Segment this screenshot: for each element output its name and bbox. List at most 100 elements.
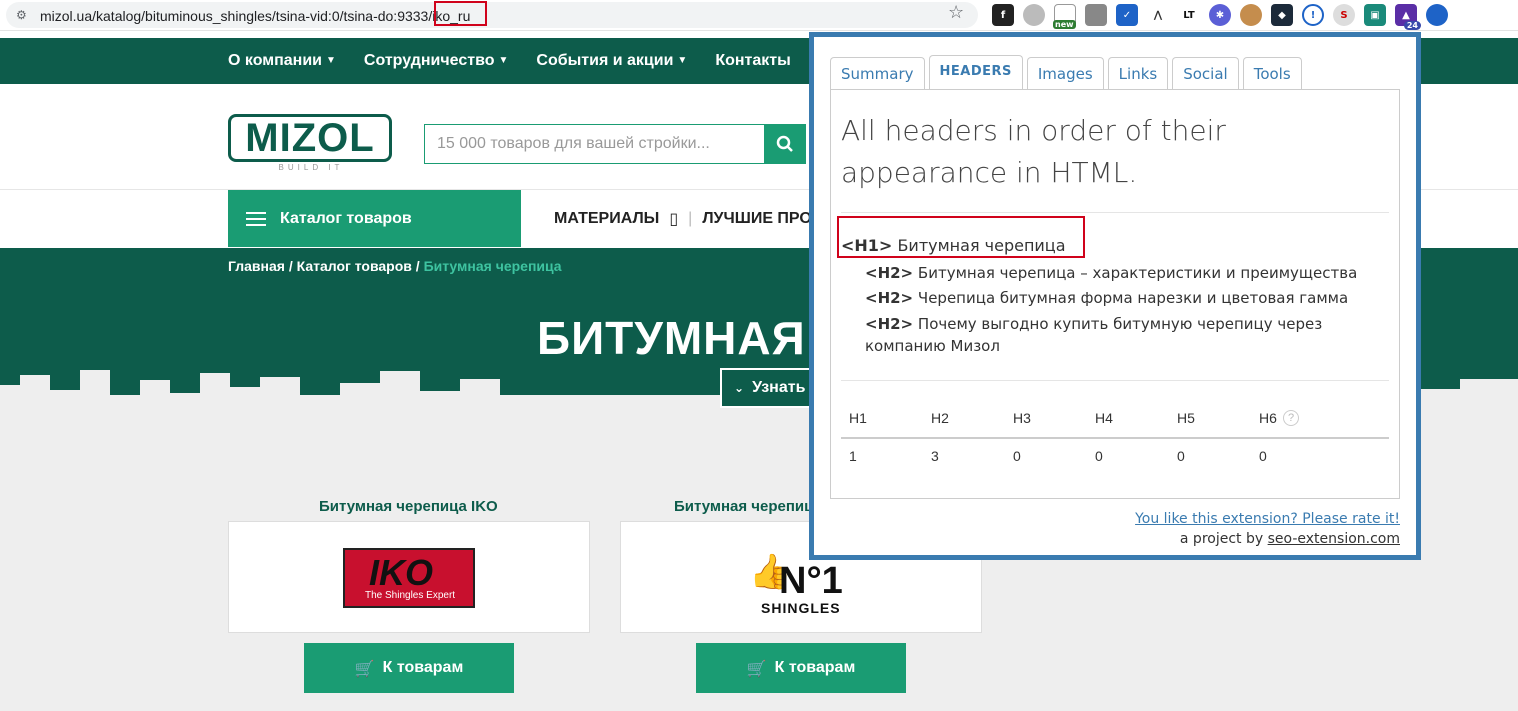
h2-tag: <H2> <box>865 289 914 307</box>
cart-icon: 🛒 <box>746 658 767 678</box>
breadcrumb-catalog[interactable]: Каталог товаров <box>297 258 412 274</box>
extension-icon[interactable] <box>1023 4 1045 26</box>
extension-icon[interactable]: ▲ 24 <box>1395 4 1421 30</box>
help-icon[interactable]: ? <box>1283 410 1299 426</box>
card-title[interactable]: Битумная черепица IKO <box>319 498 498 515</box>
caret-down-icon: ▼ <box>325 55 336 67</box>
catalog-button-label: Каталог товаров <box>280 209 412 227</box>
caret-down-icon: ▼ <box>677 55 688 67</box>
n1-logo-text: N°1 <box>779 560 843 602</box>
iko-logo: IKO The Shingles Expert <box>343 548 475 608</box>
catalog-button[interactable]: Каталог товаров <box>228 190 521 247</box>
extension-icon[interactable]: ◆ <box>1271 4 1293 26</box>
nav-item-cooperation[interactable]: Сотрудничество ▼ <box>364 52 509 70</box>
extensions-bar: f new ✓ ⋀ LT ✱ ◆ ! S ▣ ▲ 24 <box>992 4 1448 30</box>
tab-summary[interactable]: Summary <box>830 57 925 89</box>
tab-headers[interactable]: HEADERS <box>928 55 1023 89</box>
extension-icon[interactable]: ✓ <box>1116 4 1138 26</box>
search-input[interactable]: 15 000 товаров для вашей стройки... <box>424 124 764 164</box>
brand-card-iko[interactable]: IKO The Shingles Expert <box>228 521 590 633</box>
caret-down-icon: ▼ <box>498 55 509 67</box>
extension-icon[interactable]: LT <box>1178 4 1200 26</box>
project-link[interactable]: seo-extension.com <box>1268 531 1400 547</box>
stat-value-h3: 0 <box>1013 448 1021 464</box>
panel-title: All headers in order of their appearance… <box>841 114 1226 189</box>
n1-logo-subtitle: SHINGLES <box>761 600 841 616</box>
divider <box>841 212 1389 213</box>
divider: | <box>688 209 693 227</box>
stat-value-h2: 3 <box>931 448 939 464</box>
header-item-h1: <H1> Битумная черепица <box>841 236 1066 255</box>
nav-item-events[interactable]: События и акции ▼ <box>536 52 687 70</box>
stat-header-h5: H5 <box>1177 410 1195 426</box>
camera-icon[interactable] <box>1085 4 1107 26</box>
bookmark-star-icon[interactable]: ☆ <box>948 4 964 22</box>
h1-tag: <H1> <box>841 236 893 255</box>
tab-social[interactable]: Social <box>1172 57 1239 89</box>
stat-value-h5: 0 <box>1177 448 1185 464</box>
search-button[interactable] <box>764 124 806 164</box>
breadcrumb-separator: / <box>288 258 293 274</box>
cart-icon: 🛒 <box>354 658 375 678</box>
breadcrumb-current: Битумная черепица <box>423 258 562 274</box>
search-icon <box>776 135 793 152</box>
hero-title: БИТУМНАЯ <box>537 312 806 364</box>
rate-extension-link[interactable]: You like this extension? Please rate it! <box>1135 511 1400 527</box>
tab-links[interactable]: Links <box>1107 57 1169 89</box>
to-products-button[interactable]: 🛒 К товарам <box>304 643 514 693</box>
logo-subtitle: BUILD IT <box>278 163 344 172</box>
h2-tag: <H2> <box>865 315 914 333</box>
iko-logo-subtitle: The Shingles Expert <box>365 590 456 601</box>
breadcrumb-home[interactable]: Главная <box>228 258 285 274</box>
mizol-logo[interactable]: MIZOL BUILD IT <box>228 114 394 172</box>
stat-value-h1: 1 <box>849 448 857 464</box>
url-highlight-box <box>434 1 487 26</box>
h2-text: Почему выгодно купить битумную черепицу … <box>865 315 1323 355</box>
materials-link[interactable]: МАТЕРИАЛЫ <box>554 210 659 228</box>
extension-icon[interactable]: ▣ <box>1364 4 1386 26</box>
browser-toolbar: ⚙ mizol.ua/katalog/bituminous_shingles/t… <box>0 0 1518 31</box>
h2-text: Черепица битумная форма нарезки и цветов… <box>917 289 1349 307</box>
nav-item-contacts[interactable]: Контакты <box>715 52 790 70</box>
iko-logo-text: IKO <box>369 552 434 593</box>
header-item-h2: <H2> Битумная черепица – характеристики … <box>865 262 1365 284</box>
tab-tools[interactable]: Tools <box>1242 57 1302 89</box>
site-info-icon[interactable]: ⚙ <box>16 8 30 22</box>
best-projects-link[interactable]: ЛУЧШИЕ ПРОЕ <box>702 210 822 228</box>
tab-images[interactable]: Images <box>1026 57 1104 89</box>
divider <box>841 380 1389 381</box>
url-text[interactable]: mizol.ua/katalog/bituminous_shingles/tsi… <box>40 8 470 24</box>
chevron-down-icon: ⌄ <box>734 381 745 395</box>
h2-tag: <H2> <box>865 264 914 282</box>
stat-header-h3: H3 <box>1013 410 1031 426</box>
extension-icon[interactable]: ⋀ <box>1147 4 1169 26</box>
learn-more-button[interactable]: ⌄ Узнать <box>720 368 820 408</box>
cookie-icon[interactable] <box>1240 4 1262 26</box>
header-item-h2: <H2> Почему выгодно купить битумную чере… <box>865 313 1335 357</box>
address-bar[interactable]: ⚙ mizol.ua/katalog/bituminous_shingles/t… <box>6 2 978 28</box>
headers-panel: All headers in order of their appearance… <box>830 89 1400 499</box>
menu-icon <box>246 208 266 230</box>
project-prefix: a project by <box>1179 531 1264 547</box>
extension-icon[interactable]: new <box>1053 4 1076 29</box>
seo-extension-icon[interactable]: S <box>1333 4 1355 26</box>
to-products-button[interactable]: 🛒 К товарам <box>696 643 906 693</box>
brochure-icon: ▯ <box>669 209 679 228</box>
to-products-label: К товарам <box>382 659 464 676</box>
extension-icon[interactable]: ! <box>1302 4 1324 26</box>
stat-header-h4: H4 <box>1095 410 1113 426</box>
project-credit: a project by seo-extension.com <box>1180 531 1400 547</box>
seo-extension-popup: Summary HEADERS Images Links Social Tool… <box>809 32 1421 560</box>
nav-item-about[interactable]: О компании ▼ <box>228 52 336 70</box>
h2-text: Битумная черепица – характеристики и пре… <box>917 264 1358 282</box>
extension-icon[interactable]: ✱ <box>1209 4 1231 26</box>
stat-value-h6: 0 <box>1259 448 1267 464</box>
card-title[interactable]: Битумная черепиц <box>674 498 813 515</box>
stat-header-h1: H1 <box>849 410 867 426</box>
breadcrumb: Главная / Каталог товаров / Битумная чер… <box>228 258 562 274</box>
profile-icon[interactable] <box>1426 4 1448 26</box>
learn-more-label: Узнать <box>752 379 806 396</box>
extension-icon[interactable]: f <box>992 4 1014 26</box>
popup-tabs: Summary HEADERS Images Links Social Tool… <box>830 55 1302 89</box>
h1-text: Битумная черепица <box>897 236 1066 255</box>
